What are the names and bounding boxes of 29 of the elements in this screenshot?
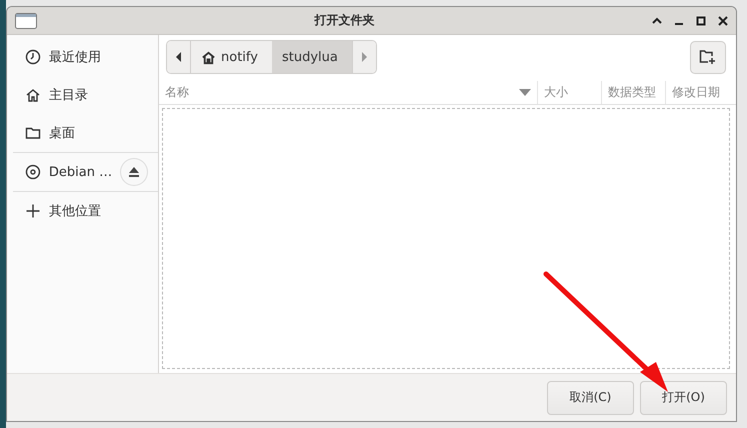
right-arrow-icon	[360, 52, 368, 62]
home-icon	[25, 87, 41, 103]
sidebar-item[interactable]: Debian …	[7, 153, 158, 191]
left-arrow-icon	[174, 52, 182, 62]
path-segment[interactable]: studylua	[272, 41, 352, 73]
plus-icon	[25, 203, 41, 219]
column-header[interactable]: 名称	[159, 81, 537, 104]
sort-arrow-icon	[519, 88, 531, 96]
sidebar-item[interactable]: 主目录	[7, 76, 158, 114]
clock-icon	[25, 49, 41, 65]
sidebar-item[interactable]: 桌面	[7, 114, 158, 152]
disc-icon	[25, 164, 41, 180]
window-icon	[15, 12, 37, 28]
sidebar-item[interactable]: 其他位置	[7, 192, 158, 230]
home-icon	[201, 50, 216, 64]
close-icon[interactable]	[718, 16, 728, 26]
new-folder-icon	[699, 49, 717, 65]
path-segment[interactable]: notify	[191, 41, 272, 73]
sidebar-item[interactable]: 最近使用	[7, 38, 158, 76]
open-button[interactable]: 打开(O)	[640, 380, 727, 414]
chevron-up-icon[interactable]	[652, 16, 662, 26]
maximize-icon[interactable]	[696, 16, 706, 26]
folder-icon	[25, 125, 41, 141]
window-title: 打开文件夹	[313, 12, 376, 29]
back-button[interactable]	[167, 41, 191, 73]
new-folder-button[interactable]	[690, 40, 726, 74]
eject-button[interactable]	[120, 158, 148, 186]
cancel-button[interactable]: 取消(C)	[547, 380, 634, 414]
eject-icon	[128, 166, 140, 178]
